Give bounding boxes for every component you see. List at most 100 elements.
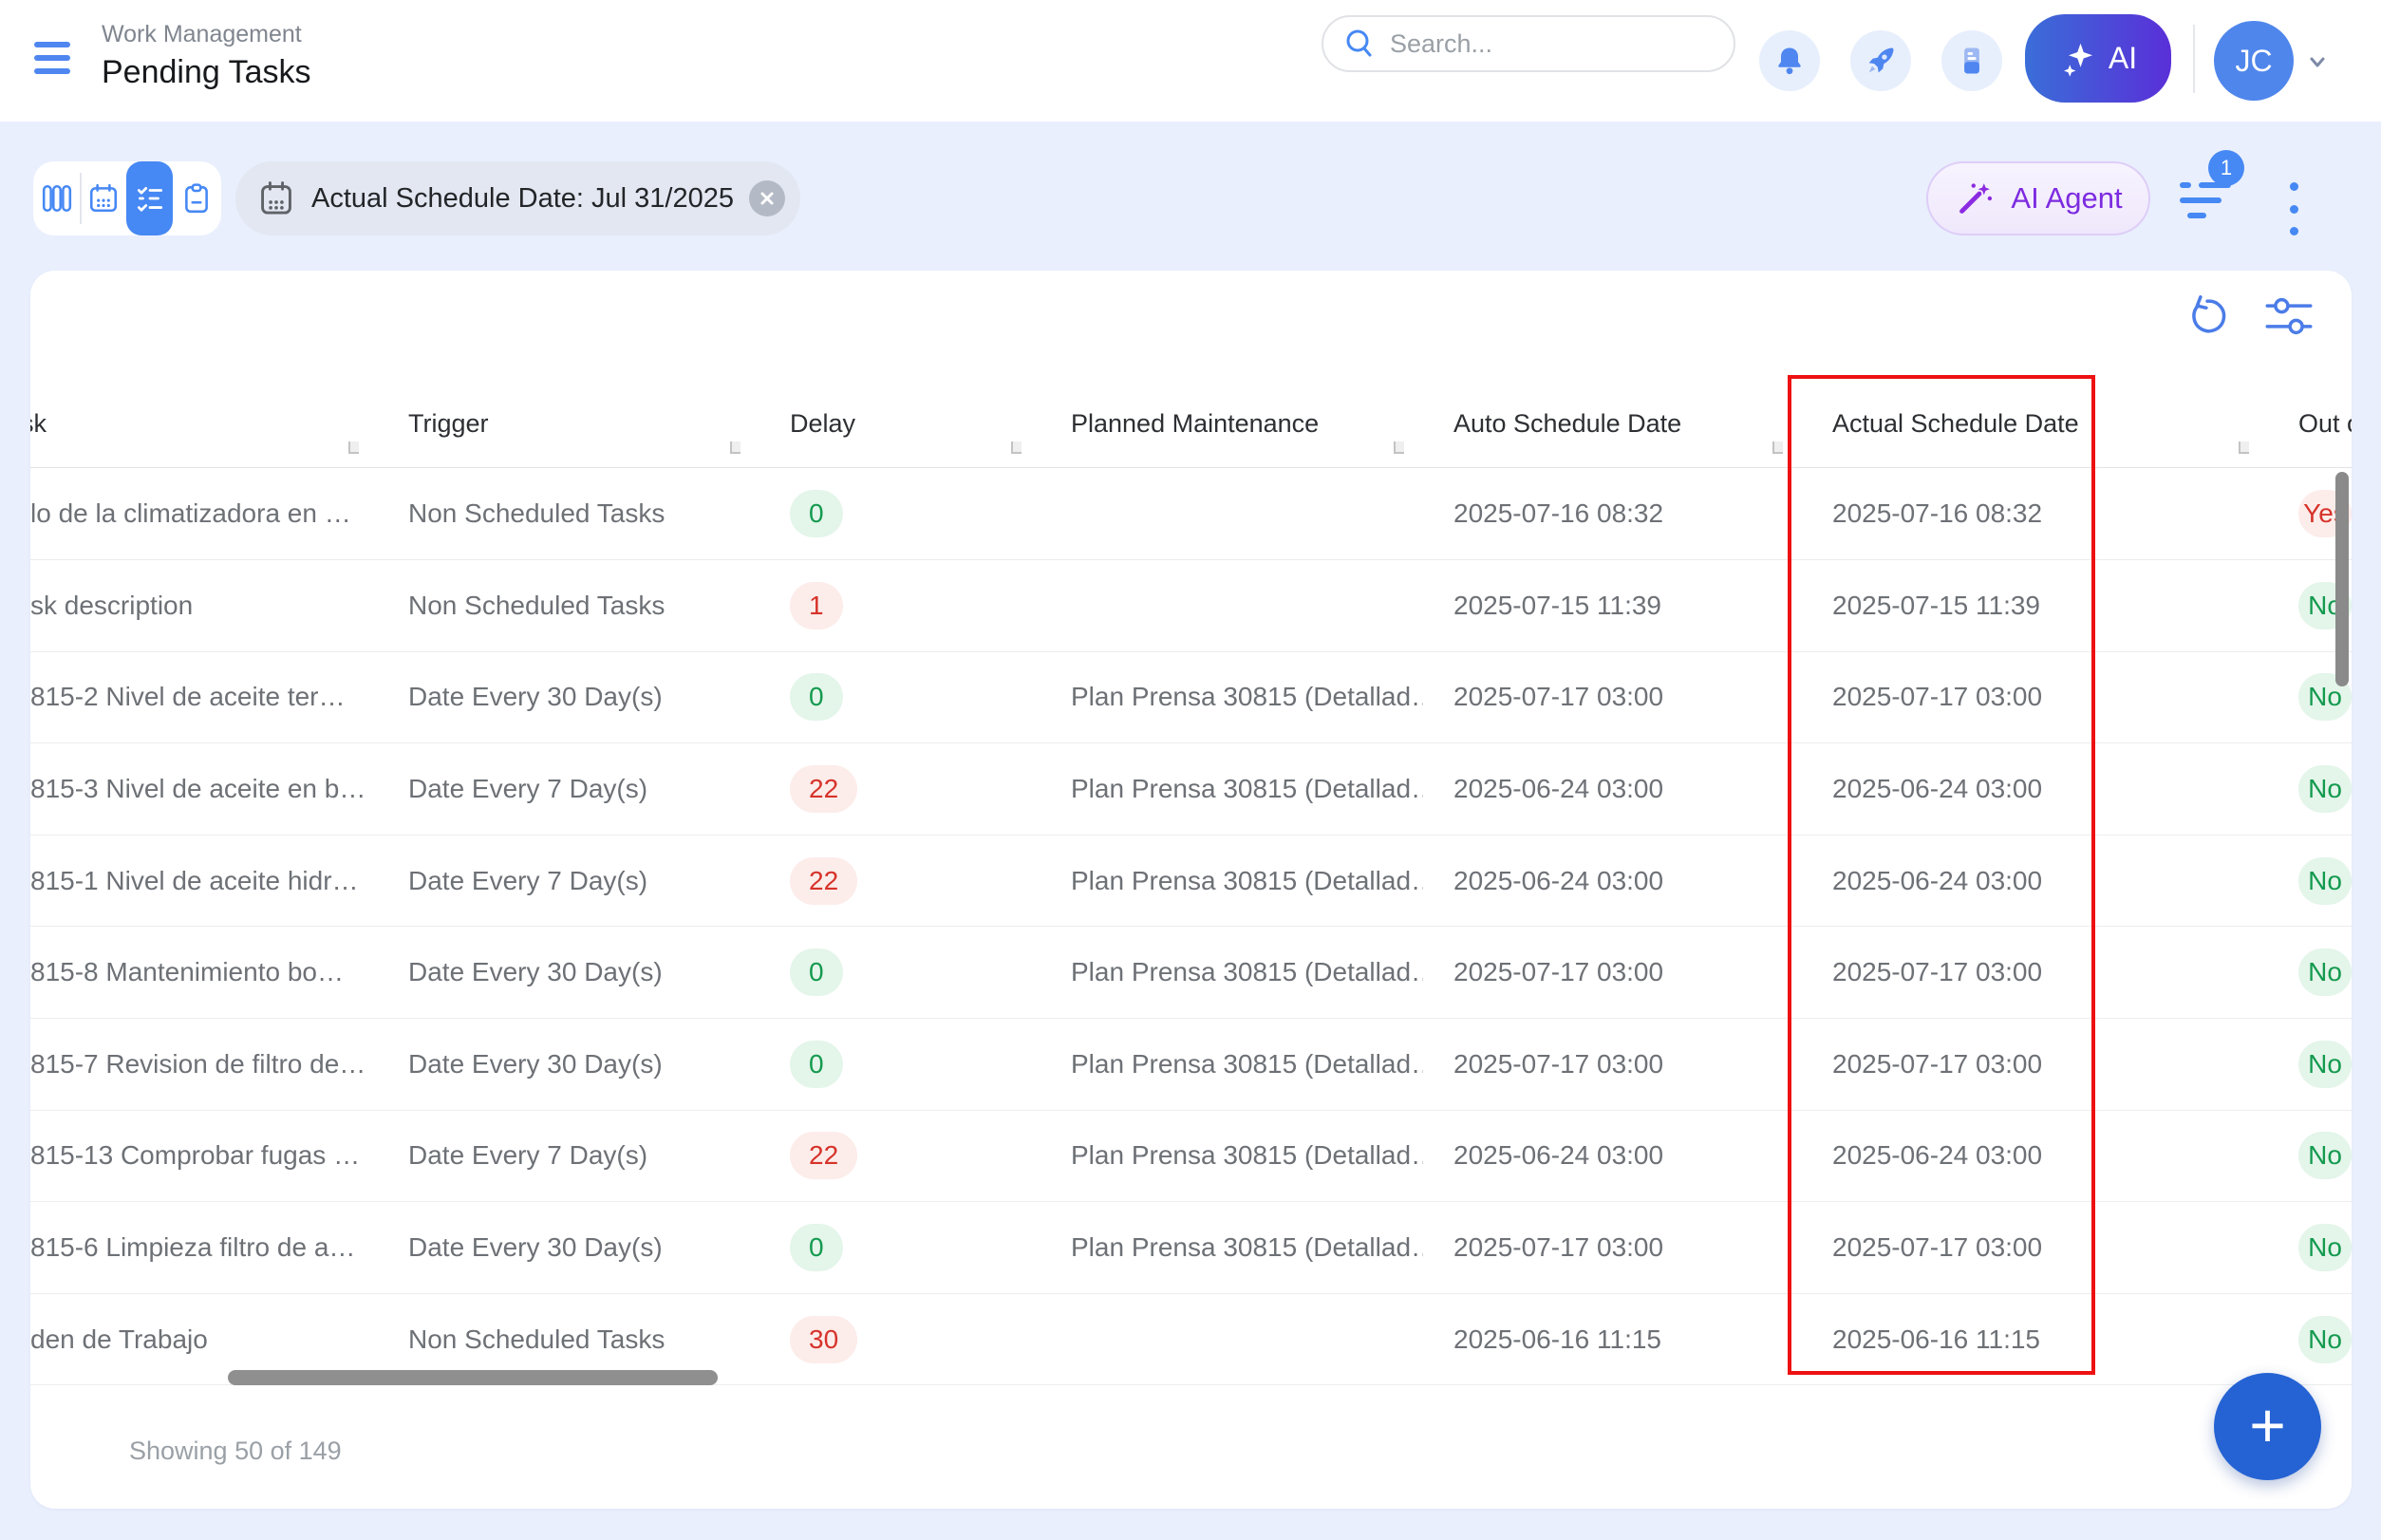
auto-schedule-date-cell: 2025-07-17 03:00 — [1423, 927, 1802, 1018]
trigger-cell: Non Scheduled Tasks — [378, 560, 759, 651]
view-columns-button[interactable] — [33, 161, 80, 235]
news-button[interactable] — [1941, 30, 2002, 91]
checklist-icon — [134, 182, 166, 215]
filter-sort-button[interactable] — [2180, 182, 2233, 222]
remove-filter-button[interactable] — [749, 180, 785, 216]
chevron-down-icon[interactable] — [2303, 47, 2332, 76]
view-switcher — [33, 161, 221, 235]
delay-cell: 30 — [759, 1294, 1041, 1385]
avatar[interactable]: JC — [2214, 21, 2294, 101]
table-row[interactable]: sk descriptionNon Scheduled Tasks12025-0… — [30, 560, 2352, 652]
column-header-actual-schedule-date[interactable]: Actual Schedule Date — [1802, 380, 2268, 467]
delay-badge: 0 — [790, 490, 843, 537]
actual-schedule-date-cell: 2025-07-17 03:00 — [1802, 652, 2268, 743]
menu-icon[interactable] — [34, 42, 72, 78]
table-row[interactable]: 815-13 Comprobar fugas …Date Every 7 Day… — [30, 1111, 2352, 1203]
ai-agent-button[interactable]: AI Agent — [1926, 161, 2150, 235]
table-settings-icon[interactable] — [2264, 293, 2314, 339]
column-resize-handle[interactable] — [2239, 441, 2249, 454]
out-of-cell: No — [2268, 743, 2352, 835]
delay-cell: 0 — [759, 1202, 1041, 1293]
delay-cell: 22 — [759, 743, 1041, 835]
column-resize-handle[interactable] — [730, 441, 741, 454]
table-row[interactable]: 815-6 Limpieza filtro de a…Date Every 30… — [30, 1202, 2352, 1294]
view-board-button[interactable] — [173, 161, 219, 235]
delay-badge: 22 — [790, 857, 857, 905]
column-resize-handle[interactable] — [1011, 441, 1022, 454]
out-of-cell: No — [2268, 836, 2352, 927]
title-block: Work Management Pending Tasks — [102, 21, 311, 91]
task-cell: 815-6 Limpieza filtro de a… — [30, 1202, 378, 1293]
ai-assistant-button[interactable]: AI — [2025, 14, 2171, 103]
view-list-button[interactable] — [126, 161, 173, 235]
columns-view-icon — [41, 182, 73, 215]
table-row[interactable]: 815-3 Nivel de aceite en b…Date Every 7 … — [30, 743, 2352, 836]
page-title: Pending Tasks — [102, 54, 311, 91]
table-row[interactable]: 815-2 Nivel de aceite ter…Date Every 30 … — [30, 652, 2352, 744]
column-header-delay[interactable]: Delay — [759, 380, 1041, 467]
table-body: lo de la climatizadora en …Non Scheduled… — [30, 469, 2352, 1386]
column-resize-handle[interactable] — [348, 441, 359, 454]
actual-schedule-date-cell: 2025-06-24 03:00 — [1802, 1111, 2268, 1202]
task-cell: 815-2 Nivel de aceite ter… — [30, 652, 378, 743]
table-row[interactable]: lo de la climatizadora en …Non Scheduled… — [30, 469, 2352, 561]
table-row[interactable]: 815-1 Nivel de aceite hidr…Date Every 7 … — [30, 836, 2352, 928]
auto-schedule-date-cell: 2025-06-16 11:15 — [1423, 1294, 1802, 1385]
trigger-cell: Date Every 7 Day(s) — [378, 836, 759, 927]
delay-cell: 0 — [759, 469, 1041, 560]
planned-maintenance-cell: Plan Prensa 30815 (Detallad… — [1041, 1111, 1423, 1202]
column-resize-handle[interactable] — [1772, 441, 1783, 454]
column-header-planned-maintenance[interactable]: Planned Maintenance — [1041, 380, 1423, 467]
launch-button[interactable] — [1850, 30, 1911, 91]
search-icon — [1342, 27, 1377, 61]
column-header-trigger[interactable]: Trigger — [378, 380, 759, 467]
out-of-badge: No — [2298, 1041, 2352, 1088]
active-filter-chip[interactable]: Actual Schedule Date: Jul 31/2025 — [235, 161, 800, 235]
actual-schedule-date-cell: 2025-06-24 03:00 — [1802, 836, 2268, 927]
table-card: skTriggerDelayPlanned MaintenanceAuto Sc… — [30, 271, 2352, 1509]
app-title: Work Management — [102, 21, 311, 48]
actual-schedule-date-cell: 2025-07-17 03:00 — [1802, 927, 2268, 1018]
delay-cell: 1 — [759, 560, 1041, 651]
filter-count: 1 — [2221, 156, 2232, 180]
column-resize-handle[interactable] — [1394, 441, 1404, 454]
planned-maintenance-cell: Plan Prensa 30815 (Detallad… — [1041, 836, 1423, 927]
horizontal-scrollbar[interactable] — [228, 1370, 718, 1385]
reset-icon[interactable] — [2184, 293, 2230, 339]
delay-cell: 0 — [759, 1019, 1041, 1110]
notifications-button[interactable] — [1759, 30, 1820, 91]
out-of-badge: No — [2298, 1224, 2352, 1271]
vertical-scrollbar[interactable] — [2335, 472, 2349, 686]
actual-schedule-date-cell: 2025-07-16 08:32 — [1802, 469, 2268, 560]
trigger-cell: Date Every 30 Day(s) — [378, 652, 759, 743]
actual-schedule-date-cell: 2025-06-16 11:15 — [1802, 1294, 2268, 1385]
out-of-badge: No — [2298, 948, 2352, 996]
trigger-cell: Date Every 7 Day(s) — [378, 1111, 759, 1202]
plus-icon: + — [2249, 1394, 2286, 1456]
filter-count-badge: 1 — [2208, 150, 2244, 186]
column-header-out-of[interactable]: Out of — [2268, 380, 2352, 467]
table-header-row: skTriggerDelayPlanned MaintenanceAuto Sc… — [30, 380, 2352, 468]
column-header-auto-schedule-date[interactable]: Auto Schedule Date — [1423, 380, 1802, 467]
out-of-cell: No — [2268, 1111, 2352, 1202]
filter-chip-label: Actual Schedule Date: Jul 31/2025 — [311, 183, 734, 215]
column-header-sk[interactable]: sk — [30, 380, 378, 467]
table-row[interactable]: 815-7 Revision de filtro de…Date Every 3… — [30, 1019, 2352, 1111]
add-task-button[interactable]: + — [2214, 1373, 2321, 1480]
search-input[interactable] — [1390, 29, 1675, 59]
search-box[interactable] — [1322, 15, 1735, 72]
out-of-cell: No — [2268, 1019, 2352, 1110]
ai-agent-label: AI Agent — [2011, 181, 2122, 216]
clipboard-icon — [180, 182, 213, 215]
delay-cell: 22 — [759, 1111, 1041, 1202]
divider — [2193, 25, 2195, 93]
trigger-cell: Date Every 30 Day(s) — [378, 927, 759, 1018]
more-options-button[interactable] — [2288, 182, 2299, 235]
trigger-cell: Non Scheduled Tasks — [378, 469, 759, 560]
pagination-status: Showing 50 of 149 — [129, 1437, 342, 1466]
delay-cell: 0 — [759, 652, 1041, 743]
calendar-icon — [87, 182, 120, 215]
table-row[interactable]: 815-8 Mantenimiento bo…Date Every 30 Day… — [30, 927, 2352, 1019]
task-cell: 815-7 Revision de filtro de… — [30, 1019, 378, 1110]
view-calendar-button[interactable] — [80, 161, 126, 235]
